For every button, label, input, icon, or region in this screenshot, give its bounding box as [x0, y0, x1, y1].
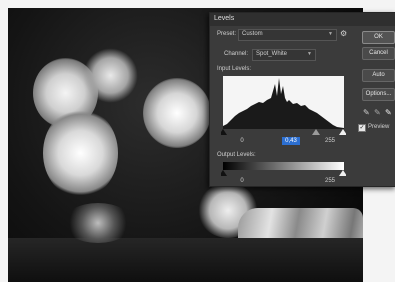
peony-flower	[143, 78, 211, 148]
chevron-down-icon: ▼	[328, 31, 333, 37]
preset-value: Custom	[242, 31, 263, 37]
output-white-handle[interactable]	[339, 170, 346, 176]
dialog-titlebar[interactable]: Levels	[210, 13, 395, 26]
output-levels-label: Output Levels:	[217, 152, 256, 158]
auto-button[interactable]: Auto	[362, 69, 395, 82]
output-levels-slider[interactable]	[221, 169, 346, 177]
input-white-field[interactable]: 255	[321, 137, 339, 145]
output-black-handle[interactable]	[221, 170, 227, 176]
channel-dropdown[interactable]: Spot_White ▼	[252, 49, 316, 61]
options-button[interactable]: Options...	[362, 88, 395, 101]
preview-checkbox[interactable]: ✓	[358, 124, 366, 132]
input-black-field[interactable]: 0	[234, 137, 250, 145]
peony-flower	[43, 108, 118, 198]
table-surface	[8, 238, 363, 282]
preset-options-gear-icon[interactable]: ⚙	[340, 29, 350, 39]
preset-label: Preset:	[217, 31, 237, 37]
photoshop-workspace: Levels Preset: Custom ▼ ⚙ Channel: Spot_…	[0, 0, 395, 282]
preview-label: Preview	[368, 124, 390, 130]
levels-dialog: Levels Preset: Custom ▼ ⚙ Channel: Spot_…	[209, 12, 395, 187]
output-black-field[interactable]: 0	[234, 177, 250, 185]
input-black-handle[interactable]	[221, 129, 227, 135]
preset-dropdown[interactable]: Custom ▼	[238, 29, 337, 41]
histogram-graph	[223, 78, 344, 129]
peony-flower	[83, 48, 138, 103]
input-levels-slider[interactable]	[221, 128, 346, 136]
eyedropper-black-icon[interactable]: ✎	[363, 108, 370, 117]
input-gamma-handle[interactable]	[312, 129, 320, 135]
berries-cluster	[63, 203, 133, 243]
input-white-handle[interactable]	[339, 129, 346, 135]
ok-button[interactable]: OK	[362, 31, 395, 44]
cancel-button[interactable]: Cancel	[362, 47, 395, 60]
output-white-field[interactable]: 255	[321, 177, 339, 185]
chevron-down-icon: ▼	[307, 51, 312, 57]
dialog-title: Levels	[214, 15, 235, 22]
eyedropper-white-icon[interactable]: ✎	[385, 108, 392, 117]
input-gamma-field[interactable]: 0,43	[282, 137, 300, 145]
eyedropper-gray-icon[interactable]: ✎	[374, 108, 381, 117]
channel-value: Spot_White	[256, 51, 288, 57]
input-levels-label: Input Levels:	[217, 66, 252, 72]
histogram	[223, 76, 344, 129]
channel-label: Channel:	[224, 51, 249, 57]
